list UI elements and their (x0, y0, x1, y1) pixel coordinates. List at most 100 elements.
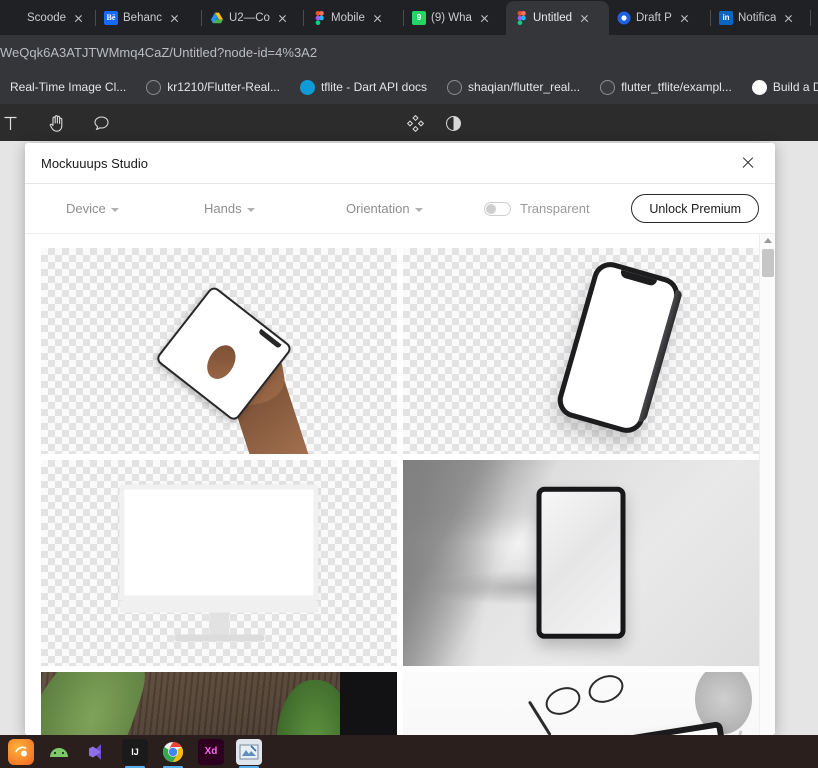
mockup-imac-desktop[interactable] (41, 460, 397, 666)
close-icon[interactable] (781, 11, 796, 26)
browser-tab-label: Mobile (331, 12, 365, 24)
browser-tab-label: (9) Wha (431, 12, 472, 24)
orientation-filter-label: Orientation (346, 201, 410, 216)
browser-tab[interactable]: Mobile (303, 1, 404, 35)
mockup-phone-wooden-desk[interactable] (41, 672, 397, 735)
white-desk-background (403, 672, 759, 735)
text-tool-icon[interactable] (0, 105, 20, 141)
transparent-toggle[interactable] (484, 201, 511, 216)
components-icon[interactable] (396, 105, 434, 141)
close-icon[interactable] (477, 11, 492, 26)
google-drive-favicon (210, 11, 224, 25)
browser-tab[interactable]: 9 (9) Wha (403, 1, 506, 35)
bookmark-item[interactable]: shaqian/flutter_real... (437, 74, 590, 100)
mockup-grid-container (25, 234, 775, 735)
bookmark-label: Build a D (772, 80, 818, 94)
bookmark-item[interactable]: kr1210/Flutter-Real... (136, 74, 290, 100)
bookmark-label: kr1210/Flutter-Real... (167, 80, 280, 94)
unlock-premium-button[interactable]: Unlock Premium (631, 194, 759, 223)
phone-notch (618, 269, 658, 287)
tab-divider (810, 10, 811, 26)
contrast-mask-icon[interactable] (434, 105, 472, 141)
close-icon[interactable] (167, 11, 182, 26)
close-icon[interactable] (677, 11, 692, 26)
scroll-up-arrow-icon[interactable] (764, 238, 772, 243)
adobe-xd-taskbar-icon[interactable]: Xd (198, 738, 224, 765)
hand-tool-icon[interactable] (38, 105, 76, 141)
browser-tab-label: U2—Co (229, 12, 270, 24)
mockup-ipad-leaf-shadow[interactable] (403, 460, 759, 666)
wood-desk-background (41, 672, 397, 735)
tab-divider (403, 10, 404, 26)
github-icon (146, 79, 162, 95)
phone-side-edge (638, 289, 683, 423)
draft-favicon (617, 11, 631, 25)
mockup-floating-iphone[interactable] (403, 248, 759, 454)
browser-tab[interactable]: U2—Co (201, 1, 304, 35)
tab-divider (95, 10, 96, 26)
paint-taskbar-icon[interactable] (236, 738, 262, 768)
bookmark-label: tflite - Dart API docs (320, 80, 428, 94)
close-icon[interactable] (737, 152, 759, 174)
glasses-lens (541, 682, 585, 721)
comment-tool-icon[interactable] (82, 105, 120, 141)
close-icon[interactable] (71, 11, 86, 26)
bookmark-item[interactable]: tflite - Dart API docs (290, 74, 437, 100)
generic-favicon (8, 11, 22, 25)
browser-tab-active[interactable]: Untitled (506, 1, 609, 35)
chrome-taskbar-icon[interactable] (160, 739, 186, 768)
toggle-knob (486, 203, 496, 214)
browser-tab[interactable]: G (810, 1, 818, 35)
bookmarks-bar: Real-Time Image Cl... kr1210/Flutter-Rea… (0, 70, 818, 105)
browser-tab[interactable]: Draft P (609, 1, 711, 35)
browser-tab-label: Scoode (27, 12, 67, 24)
chevron-down-icon (414, 207, 423, 212)
mockup-grid-scrollbar[interactable] (759, 234, 775, 735)
close-icon[interactable] (275, 11, 290, 26)
mockup-grid (25, 234, 759, 735)
browser-tab[interactable]: Scoode (0, 1, 96, 35)
github-icon (600, 79, 616, 95)
browser-tab-strip: Scoode Bē Behanc U2—Co Mobile 9 (9) Wha … (0, 0, 818, 35)
imac-chin (119, 600, 319, 613)
mockup-hand-holding-phone[interactable] (41, 248, 397, 454)
tab-divider (201, 10, 202, 26)
linkedin-favicon: in (719, 11, 733, 25)
hands-filter[interactable]: Hands (204, 201, 255, 216)
medium-icon: M (751, 79, 767, 95)
windows-taskbar: IJ Xd (0, 735, 818, 768)
browser-tab[interactable]: Bē Behanc (95, 1, 202, 35)
ipad-device (536, 486, 626, 640)
bookmark-item[interactable]: flutter_tflite/exampl... (590, 74, 742, 100)
browser-tab-label: Draft P (636, 12, 672, 24)
bookmark-label: flutter_tflite/exampl... (621, 80, 732, 94)
intellij-idea-taskbar-icon[interactable]: IJ (122, 738, 148, 768)
bookmark-item[interactable]: M Build a D (742, 74, 818, 100)
screen: Scoode Bē Behanc U2—Co Mobile 9 (9) Wha … (0, 0, 818, 768)
browser-tab[interactable]: in Notifica (710, 1, 811, 35)
whatsapp-favicon: 9 (412, 11, 426, 25)
close-icon[interactable] (577, 11, 592, 26)
uc-browser-taskbar-icon[interactable] (8, 738, 34, 765)
orientation-filter[interactable]: Orientation (346, 201, 423, 216)
transparent-toggle-group[interactable]: Transparent (484, 201, 590, 216)
chevron-down-icon (110, 207, 119, 212)
bookmark-label: shaqian/flutter_real... (468, 80, 581, 94)
chevron-down-icon (246, 207, 255, 212)
phone-notch (258, 328, 282, 349)
bookmark-item[interactable]: Real-Time Image Cl... (0, 74, 136, 100)
mockuuups-studio-plugin-dialog: Mockuuups Studio Device Hands Orientatio… (25, 143, 775, 735)
browser-address-bar[interactable]: WeQqk6A3ATJTWMmq4CaZ/Untitled?node-id=4%… (0, 35, 818, 70)
hand-phone-illustration (154, 284, 337, 454)
scrollbar-thumb[interactable] (762, 249, 774, 277)
visual-studio-taskbar-icon[interactable] (84, 739, 110, 765)
mockup-tablet-white-desk[interactable] (403, 672, 759, 735)
android-studio-taskbar-icon[interactable] (46, 739, 72, 765)
glasses-lens (584, 672, 628, 708)
close-icon[interactable] (370, 11, 385, 26)
plugin-title: Mockuuups Studio (41, 155, 148, 171)
browser-tab-label: Notifica (738, 12, 777, 24)
device-filter[interactable]: Device (66, 201, 119, 216)
dart-icon (299, 79, 315, 95)
browser-tab-label: Untitled (533, 12, 572, 24)
